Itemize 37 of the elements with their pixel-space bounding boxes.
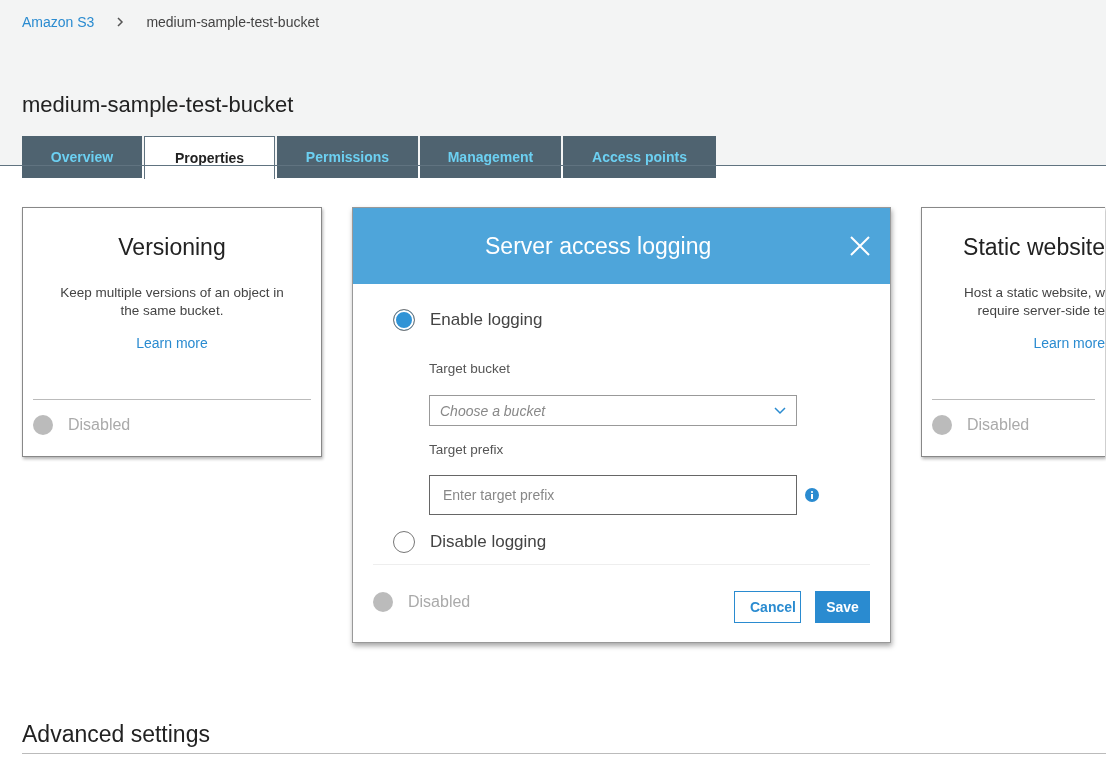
save-button[interactable]: Save: [815, 591, 870, 623]
tab[interactable]: Properties: [144, 136, 275, 179]
field-label: Target bucket: [429, 361, 512, 376]
tab[interactable]: Access points: [563, 136, 716, 178]
breadcrumb-current: medium-sample-test-bucket: [146, 14, 320, 30]
cancel-button[interactable]: Cancel: [734, 591, 801, 623]
prefix-input[interactable]: Enter target prefix: [429, 475, 797, 515]
card-description: Host a static website, w: [963, 284, 1105, 302]
dialog-title: Server access logging: [485, 232, 712, 260]
section-heading: Advanced settings: [22, 721, 210, 747]
status-text: Disabled: [68, 416, 131, 434]
card-title: Versioning: [118, 234, 226, 262]
radio-label[interactable]: Enable logging: [430, 310, 543, 330]
learn-more-link[interactable]: Learn more: [1033, 335, 1105, 351]
chevron-down-icon: [774, 406, 786, 415]
radio-button[interactable]: [393, 531, 415, 553]
card-description: Keep multiple versions of an object in: [60, 284, 284, 302]
card-description: the same bucket.: [120, 302, 224, 320]
status-text: Disabled: [967, 416, 1030, 434]
learn-more-link[interactable]: Learn more: [136, 335, 208, 351]
field-label: Target prefix: [429, 442, 505, 457]
radio-button[interactable]: [393, 309, 415, 331]
breadcrumb-link[interactable]: Amazon S3: [22, 14, 95, 30]
page-title: medium-sample-test-bucket: [21, 91, 295, 118]
tab[interactable]: Permissions: [277, 136, 418, 178]
status-text: Disabled: [408, 592, 471, 611]
close-icon[interactable]: [850, 236, 870, 256]
property-card[interactable]: Versioning Keep multiple versions of an object in the same bucket. Learn more Disabled: [22, 207, 322, 457]
radio-label[interactable]: Disable logging: [430, 532, 547, 552]
property-card[interactable]: Static website Host a static website, w require server-side te Learn more Disabled: [921, 207, 1105, 457]
bucket-dropdown[interactable]: Choose a bucket: [429, 395, 797, 426]
chevron-icon: [116, 16, 125, 28]
tab[interactable]: Overview: [22, 136, 142, 178]
info-icon[interactable]: [805, 488, 819, 502]
card-title: Static website: [963, 234, 1105, 262]
card-description: require server-side te: [977, 302, 1105, 320]
tab[interactable]: Management: [420, 136, 561, 178]
